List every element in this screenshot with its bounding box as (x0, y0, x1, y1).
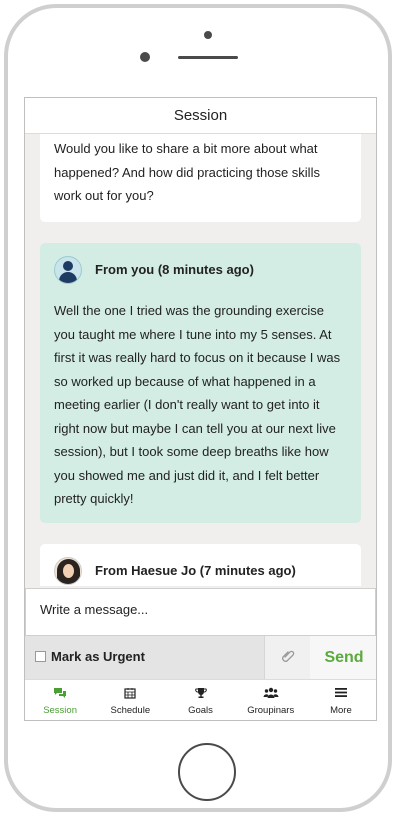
message-previous: Would you like to share a bit more about… (40, 134, 361, 222)
menu-icon (334, 687, 347, 702)
app-screen: Session Would you like to share a bit mo… (24, 97, 377, 721)
urgent-checkbox[interactable]: Mark as Urgent (35, 649, 145, 664)
composer-actions: Mark as Urgent Send (25, 636, 376, 679)
chat-icon (53, 687, 67, 702)
speaker-slot (178, 56, 238, 59)
tab-label: Groupinars (247, 705, 295, 716)
message-input[interactable] (26, 589, 375, 635)
message-header: From Haesue Jo (7 minutes ago) (54, 556, 347, 586)
message-feed[interactable]: Would you like to share a bit more about… (25, 134, 376, 586)
message-sender: From Haesue Jo (7 minutes ago) (95, 563, 296, 579)
tab-label: Goals (188, 705, 213, 716)
sensor-dot (204, 31, 212, 39)
tab-groupinars[interactable]: Groupinars (236, 680, 306, 720)
message-text: Well the one I tried was the grounding e… (54, 303, 341, 506)
tab-more[interactable]: More (306, 680, 376, 720)
checkbox-icon[interactable] (35, 651, 46, 662)
message-sender: From you (8 minutes ago) (95, 262, 254, 278)
page-title: Session (25, 98, 376, 134)
group-icon (263, 687, 279, 702)
tab-label: Session (43, 705, 77, 716)
trophy-icon (194, 687, 207, 702)
tab-label: Schedule (110, 705, 151, 716)
home-button[interactable] (178, 743, 236, 801)
message-header: From you (8 minutes ago) (54, 255, 347, 285)
tab-goals[interactable]: Goals (165, 680, 235, 720)
message-composer (25, 588, 376, 636)
message-text: Would you like to share a bit more about… (54, 141, 320, 203)
urgent-label: Mark as Urgent (51, 649, 145, 664)
bottom-tab-bar: Session Schedule Goals Groupinars More (25, 679, 376, 720)
tab-label: More (330, 705, 352, 716)
attach-button[interactable] (264, 636, 310, 679)
calendar-icon (124, 687, 136, 702)
camera-dot (140, 52, 150, 62)
message-from-haesue: From Haesue Jo (7 minutes ago) (40, 544, 361, 586)
paperclip-icon (281, 649, 295, 667)
tab-session[interactable]: Session (25, 680, 95, 720)
counselor-avatar (54, 557, 82, 585)
tab-schedule[interactable]: Schedule (95, 680, 165, 720)
send-button[interactable]: Send (310, 636, 376, 679)
user-avatar (54, 256, 82, 284)
message-from-you: From you (8 minutes ago) Well the one I … (40, 243, 361, 523)
